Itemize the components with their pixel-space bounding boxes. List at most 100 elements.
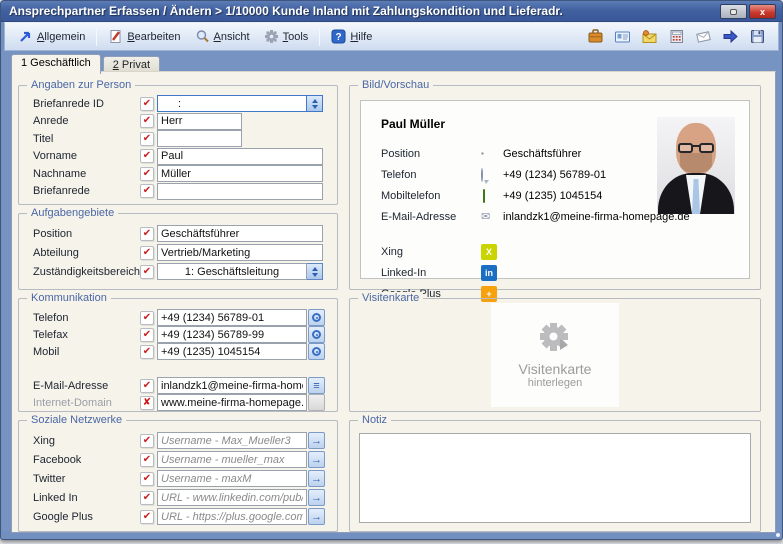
checked-icon[interactable]: ✔: [140, 434, 154, 448]
checked-icon[interactable]: ✔: [140, 246, 154, 260]
calculator-icon[interactable]: [668, 28, 685, 45]
email-menu-button[interactable]: ≡: [308, 377, 325, 394]
internet-domain-input[interactable]: [157, 394, 307, 411]
checked-icon[interactable]: ✔: [140, 184, 154, 198]
zustaendigkeitsbereich-combo[interactable]: [157, 263, 307, 280]
spinner-icon[interactable]: [307, 263, 323, 280]
titel-input[interactable]: [157, 130, 242, 147]
send-mail-icon[interactable]: [641, 28, 658, 45]
anrede-input[interactable]: [157, 113, 242, 130]
group-aufgabengebiete: Aufgabengebiete Position ✔ Abteilung ✔ Z…: [18, 213, 338, 290]
group-soziale-netzwerke: Soziale Netzwerke Xing ✔ → Facebook ✔ →: [18, 420, 338, 532]
preview-label: Xing: [381, 246, 481, 258]
visitenkarte-placeholder[interactable]: Visitenkarte hinterlegen: [491, 303, 619, 407]
dial-button[interactable]: [308, 309, 325, 326]
googleplus-input[interactable]: [157, 508, 307, 525]
checked-icon[interactable]: ✔: [140, 328, 154, 342]
menu-hilfe[interactable]: ? Hilfe: [324, 26, 379, 47]
placeholder-text: Visitenkarte: [519, 361, 592, 377]
field-label: Mobil: [33, 346, 140, 358]
checked-icon[interactable]: ✔: [140, 97, 154, 111]
group-label: Angaben zur Person: [27, 79, 135, 91]
nachname-input[interactable]: [157, 165, 323, 182]
abteilung-input[interactable]: [157, 244, 323, 261]
crossed-icon[interactable]: ✘: [140, 396, 154, 410]
checked-icon[interactable]: ✔: [140, 510, 154, 524]
forward-arrow-icon[interactable]: [722, 28, 739, 45]
checked-icon[interactable]: ✔: [140, 345, 154, 359]
checked-icon[interactable]: ✔: [140, 453, 154, 467]
checked-icon[interactable]: ✔: [140, 379, 154, 393]
business-card-icon[interactable]: [614, 28, 631, 45]
linkedin-icon[interactable]: in: [481, 265, 497, 281]
menu-tools[interactable]: Tools: [257, 26, 316, 47]
telefon-input[interactable]: [157, 309, 307, 326]
menu-bearbeiten[interactable]: Bearbeiten: [101, 26, 187, 47]
toolbar: [587, 28, 772, 45]
group-angaben-zur-person: Angaben zur Person Briefanrede ID ✔ Anre…: [18, 85, 338, 205]
twitter-input[interactable]: [157, 470, 307, 487]
position-input[interactable]: [157, 225, 323, 242]
vorname-input[interactable]: [157, 148, 323, 165]
menu-allgemein[interactable]: Allgemein: [11, 26, 92, 47]
spinner-icon[interactable]: [307, 95, 323, 112]
help-icon: ?: [331, 29, 346, 44]
open-link-button[interactable]: →: [308, 470, 325, 487]
domain-button-disabled: [308, 394, 325, 411]
briefcase-icon[interactable]: [587, 28, 604, 45]
linkedin-input[interactable]: [157, 489, 307, 506]
checked-icon[interactable]: ✔: [140, 472, 154, 486]
field-label: Titel: [33, 133, 140, 145]
mobile-phone-icon: [483, 189, 485, 203]
email-input[interactable]: [157, 377, 307, 394]
restore-button[interactable]: [720, 4, 747, 19]
content-area: 1 Geschäftlich 2 Privat Angaben zur Pers…: [2, 51, 781, 531]
open-link-button[interactable]: →: [308, 508, 325, 525]
checked-icon[interactable]: ✔: [140, 114, 154, 128]
preview-value: +49 (1235) 1045154: [503, 190, 602, 202]
checked-icon[interactable]: ✔: [140, 132, 154, 146]
title-bar[interactable]: Ansprechpartner Erfassen / Ändern > 1/10…: [1, 1, 782, 22]
mobil-input[interactable]: [157, 343, 307, 360]
preview-label: Linked-In: [381, 267, 481, 279]
letter-icon[interactable]: [695, 28, 712, 45]
tab-geschaeftlich[interactable]: 1 Geschäftlich: [11, 54, 101, 74]
checked-icon[interactable]: ✔: [140, 227, 154, 241]
open-link-button[interactable]: →: [308, 489, 325, 506]
arrow-up-right-icon: [18, 29, 33, 44]
preview-label: E-Mail-Adresse: [381, 211, 481, 223]
xing-input[interactable]: [157, 432, 307, 449]
open-link-button[interactable]: →: [308, 451, 325, 468]
checked-icon[interactable]: ✔: [140, 311, 154, 325]
restore-icon: [730, 9, 737, 15]
open-link-button[interactable]: →: [308, 432, 325, 449]
facebook-input[interactable]: [157, 451, 307, 468]
dial-button[interactable]: [308, 343, 325, 360]
checked-icon[interactable]: ✔: [140, 265, 154, 279]
group-label: Aufgabengebiete: [27, 207, 118, 219]
field-label: Facebook: [33, 454, 140, 466]
notiz-textarea[interactable]: [359, 433, 751, 523]
checked-icon[interactable]: ✔: [140, 149, 154, 163]
open-link-icon: →: [311, 435, 322, 447]
telefax-input[interactable]: [157, 326, 307, 343]
xing-icon[interactable]: X: [481, 244, 497, 260]
checked-icon[interactable]: ✔: [140, 167, 154, 181]
dial-button[interactable]: [308, 326, 325, 343]
field-label: Twitter: [33, 473, 140, 485]
field-label: Google Plus: [33, 511, 140, 523]
checked-icon[interactable]: ✔: [140, 491, 154, 505]
svg-text:?: ?: [336, 32, 342, 43]
resize-grip[interactable]: [776, 533, 780, 537]
field-label: Vorname: [33, 150, 140, 162]
briefanrede-input[interactable]: [157, 183, 323, 200]
gear-placeholder-icon: [534, 321, 576, 357]
preview-label: Position: [381, 148, 481, 160]
field-label: Anrede: [33, 115, 140, 127]
briefanrede-id-combo[interactable]: [157, 95, 307, 112]
menu-ansicht[interactable]: Ansicht: [188, 26, 257, 47]
close-button[interactable]: x: [749, 4, 776, 19]
group-visitenkarte: Visitenkarte Visitenkarte hinterlegen: [349, 298, 761, 412]
group-label: Kommunikation: [27, 292, 111, 304]
save-icon[interactable]: [749, 28, 766, 45]
